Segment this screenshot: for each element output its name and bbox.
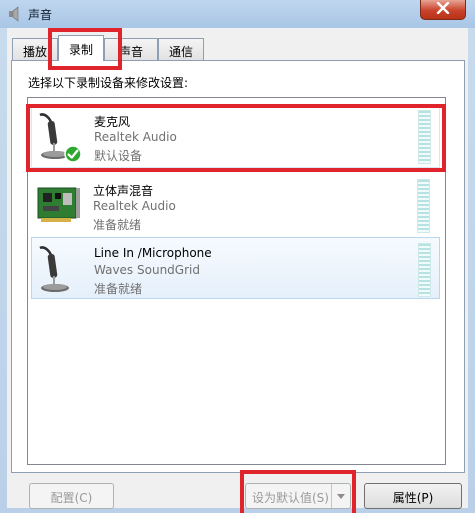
- device-name: 立体声混音: [93, 184, 154, 198]
- split-button-divider: [331, 484, 332, 508]
- tab-sounds[interactable]: 声音: [104, 38, 158, 60]
- microphone-icon: [36, 244, 84, 294]
- tab-communications[interactable]: 通信: [158, 38, 204, 60]
- close-button[interactable]: [420, 0, 466, 20]
- level-meter: [418, 110, 431, 164]
- speaker-icon: [7, 6, 23, 22]
- device-row-stereo-mix[interactable]: 立体声混音 Realtek Audio 准备就绪: [31, 174, 440, 238]
- close-icon: [436, 1, 450, 17]
- device-row-line-in-microphone[interactable]: Line In /Microphone Waves SoundGrid 准备就绪: [31, 237, 440, 299]
- device-status: 默认设备: [94, 149, 143, 163]
- level-meter: [418, 243, 431, 297]
- properties-button[interactable]: 属性(P): [364, 483, 462, 509]
- window-title: 声音: [28, 8, 53, 22]
- device-driver: Waves SoundGrid: [94, 263, 200, 277]
- tab-recording[interactable]: 录制: [58, 35, 104, 61]
- device-name: 麦克风: [94, 115, 131, 129]
- device-driver: Realtek Audio: [93, 199, 176, 213]
- title-bar[interactable]: 声音: [0, 0, 475, 28]
- device-status: 准备就绪: [94, 282, 143, 296]
- device-status: 准备就绪: [93, 218, 142, 232]
- chevron-down-icon[interactable]: [336, 490, 346, 500]
- configure-button[interactable]: 配置(C): [29, 483, 114, 509]
- device-name: Line In /Microphone: [94, 246, 212, 260]
- default-check-icon: [64, 145, 82, 163]
- level-meter: [417, 179, 430, 233]
- device-row-microphone[interactable]: 麦克风 Realtek Audio 默认设备: [31, 104, 440, 168]
- device-driver: Realtek Audio: [94, 130, 177, 144]
- instruction-label: 选择以下录制设备来修改设置:: [28, 76, 189, 90]
- sound-card-icon: [35, 180, 83, 230]
- tab-playback[interactable]: 播放: [12, 38, 58, 60]
